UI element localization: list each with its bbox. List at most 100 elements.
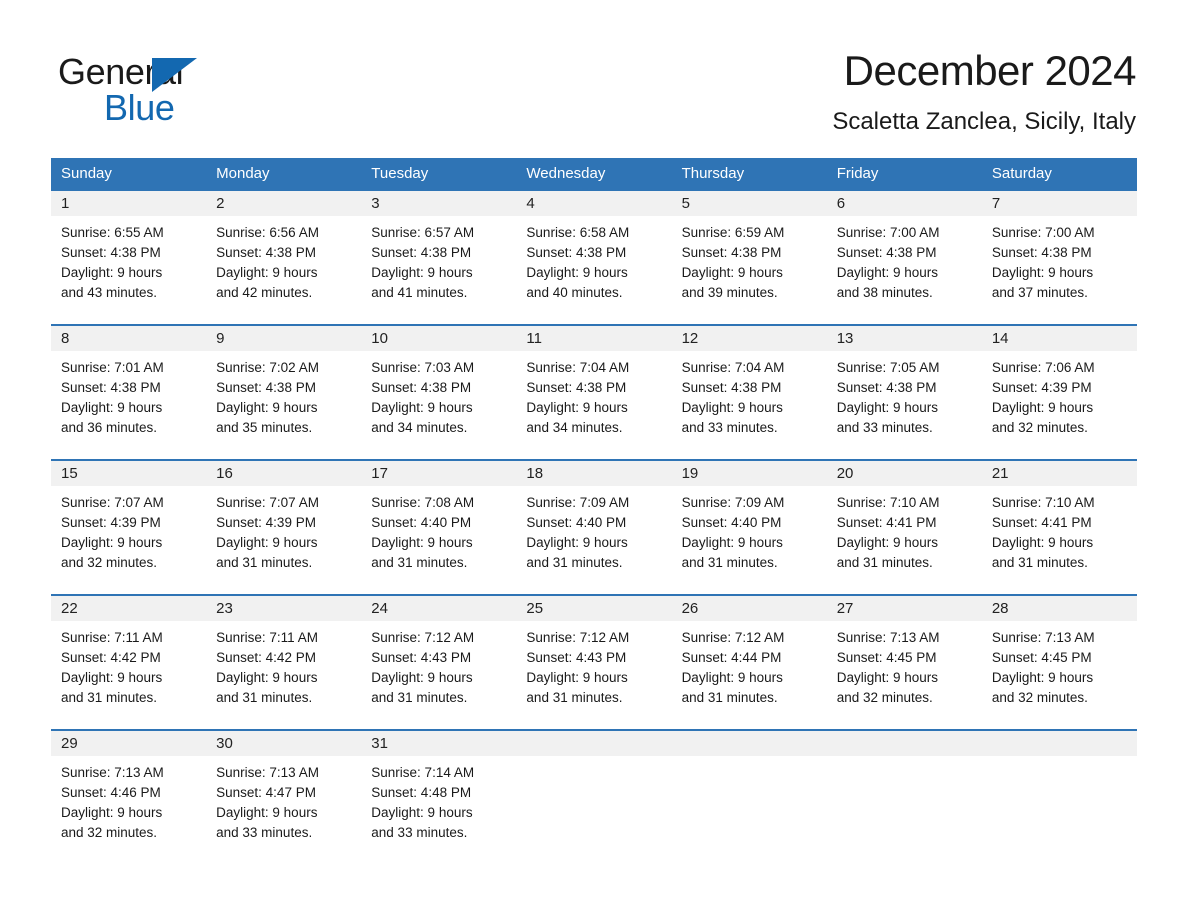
day-number[interactable]: 12 [672, 326, 827, 351]
daylight-text-line1: Daylight: 9 hours [61, 535, 163, 550]
day-cell[interactable]: Sunrise: 7:04 AM Sunset: 4:38 PM Dayligh… [516, 351, 671, 459]
day-cell[interactable]: Sunrise: 7:13 AM Sunset: 4:45 PM Dayligh… [982, 621, 1137, 729]
day-cell[interactable]: Sunrise: 7:12 AM Sunset: 4:43 PM Dayligh… [516, 621, 671, 729]
day-cell[interactable]: Sunrise: 7:14 AM Sunset: 4:48 PM Dayligh… [361, 756, 516, 866]
day-number[interactable]: 8 [51, 326, 206, 351]
day-cell[interactable]: Sunrise: 7:13 AM Sunset: 4:45 PM Dayligh… [827, 621, 982, 729]
daylight-text-line1: Daylight: 9 hours [216, 805, 318, 820]
day-cell[interactable]: Sunrise: 7:13 AM Sunset: 4:47 PM Dayligh… [206, 756, 361, 866]
sunrise-text: Sunrise: 7:04 AM [526, 360, 630, 375]
day-cell[interactable]: Sunrise: 7:13 AM Sunset: 4:46 PM Dayligh… [51, 756, 206, 866]
day-cell[interactable]: Sunrise: 7:09 AM Sunset: 4:40 PM Dayligh… [672, 486, 827, 594]
day-cell[interactable]: Sunrise: 7:07 AM Sunset: 4:39 PM Dayligh… [51, 486, 206, 594]
day-number[interactable]: 29 [51, 731, 206, 756]
day-cell[interactable]: Sunrise: 7:03 AM Sunset: 4:38 PM Dayligh… [361, 351, 516, 459]
day-number[interactable]: 11 [516, 326, 671, 351]
day-number[interactable]: 27 [827, 596, 982, 621]
day-number[interactable]: 1 [51, 191, 206, 216]
day-number[interactable]: 26 [672, 596, 827, 621]
sunset-text: Sunset: 4:43 PM [371, 650, 472, 665]
day-cell[interactable]: Sunrise: 7:10 AM Sunset: 4:41 PM Dayligh… [982, 486, 1137, 594]
day-number[interactable]: 19 [672, 461, 827, 486]
daylight-text-line1: Daylight: 9 hours [526, 535, 628, 550]
daylight-text-line1: Daylight: 9 hours [371, 535, 473, 550]
daylight-text-line2: and 33 minutes. [216, 825, 313, 840]
day-number[interactable]: 22 [51, 596, 206, 621]
day-cell[interactable]: Sunrise: 7:11 AM Sunset: 4:42 PM Dayligh… [51, 621, 206, 729]
day-number[interactable]: 24 [361, 596, 516, 621]
day-number[interactable]: 28 [982, 596, 1137, 621]
day-cell[interactable]: Sunrise: 7:06 AM Sunset: 4:39 PM Dayligh… [982, 351, 1137, 459]
sunrise-text: Sunrise: 7:04 AM [681, 360, 785, 375]
day-number[interactable]: 17 [361, 461, 516, 486]
week-date-band: 1 2 3 4 5 6 7 [51, 191, 1137, 216]
day-cell[interactable]: Sunrise: 7:12 AM Sunset: 4:43 PM Dayligh… [361, 621, 516, 729]
day-number[interactable]: 25 [516, 596, 671, 621]
sunset-text: Sunset: 4:39 PM [216, 515, 316, 530]
day-cell[interactable]: Sunrise: 7:04 AM Sunset: 4:38 PM Dayligh… [672, 351, 827, 459]
day-number[interactable]: 18 [516, 461, 671, 486]
daylight-text-line1: Daylight: 9 hours [836, 400, 939, 415]
sunset-text: Sunset: 4:42 PM [216, 650, 316, 665]
calendar-page: General Blue December 2024 Scaletta Zanc… [0, 0, 1188, 918]
day-cell[interactable]: Sunrise: 7:00 AM Sunset: 4:38 PM Dayligh… [982, 216, 1137, 324]
day-cell[interactable]: Sunrise: 7:05 AM Sunset: 4:38 PM Dayligh… [827, 351, 982, 459]
day-number[interactable]: 5 [672, 191, 827, 216]
day-number[interactable]: 6 [827, 191, 982, 216]
day-number[interactable]: 15 [51, 461, 206, 486]
day-number[interactable]: 16 [206, 461, 361, 486]
day-cell[interactable]: Sunrise: 7:01 AM Sunset: 4:38 PM Dayligh… [51, 351, 206, 459]
day-number[interactable]: 21 [982, 461, 1137, 486]
day-cell[interactable]: Sunrise: 6:58 AM Sunset: 4:38 PM Dayligh… [516, 216, 671, 324]
weekday-saturday: Saturday [991, 165, 1052, 182]
sunrise-text: Sunrise: 7:13 AM [216, 765, 319, 780]
day-number-empty [516, 731, 671, 756]
day-number[interactable]: 13 [827, 326, 982, 351]
sunrise-text: Sunrise: 7:12 AM [681, 630, 785, 645]
generalblue-logo[interactable]: General Blue [58, 52, 288, 128]
day-number[interactable]: 10 [361, 326, 516, 351]
day-cell[interactable]: Sunrise: 7:02 AM Sunset: 4:38 PM Dayligh… [206, 351, 361, 459]
day-number[interactable]: 14 [982, 326, 1137, 351]
day-number[interactable]: 2 [206, 191, 361, 216]
day-number[interactable]: 30 [206, 731, 361, 756]
day-cell[interactable]: Sunrise: 6:57 AM Sunset: 4:38 PM Dayligh… [361, 216, 516, 324]
day-number[interactable]: 9 [206, 326, 361, 351]
daylight-text-line2: and 32 minutes. [991, 690, 1088, 705]
daylight-text-line2: and 32 minutes. [836, 690, 933, 705]
sunset-text: Sunset: 4:46 PM [61, 785, 161, 800]
week-row: 8 9 10 11 12 13 14 Sunrise: 7:01 AM Suns… [51, 324, 1137, 459]
sunrise-text: Sunrise: 7:13 AM [61, 765, 164, 780]
daylight-text-line2: and 31 minutes. [371, 555, 468, 570]
day-cell[interactable]: Sunrise: 7:09 AM Sunset: 4:40 PM Dayligh… [516, 486, 671, 594]
day-cell[interactable]: Sunrise: 7:00 AM Sunset: 4:38 PM Dayligh… [827, 216, 982, 324]
day-cell[interactable]: Sunrise: 7:08 AM Sunset: 4:40 PM Dayligh… [361, 486, 516, 594]
day-number[interactable]: 3 [361, 191, 516, 216]
day-cell[interactable]: Sunrise: 6:59 AM Sunset: 4:38 PM Dayligh… [672, 216, 827, 324]
day-number[interactable]: 20 [827, 461, 982, 486]
daylight-text-line1: Daylight: 9 hours [216, 400, 318, 415]
day-cell[interactable]: Sunrise: 6:56 AM Sunset: 4:38 PM Dayligh… [206, 216, 361, 324]
day-cell[interactable]: Sunrise: 7:10 AM Sunset: 4:41 PM Dayligh… [827, 486, 982, 594]
day-cell[interactable]: Sunrise: 7:11 AM Sunset: 4:42 PM Dayligh… [206, 621, 361, 729]
weekday-tuesday: Tuesday [371, 165, 429, 182]
week-content-row: Sunrise: 6:55 AM Sunset: 4:38 PM Dayligh… [51, 216, 1137, 324]
daylight-text-line2: and 43 minutes. [61, 285, 158, 300]
day-cell[interactable]: Sunrise: 6:55 AM Sunset: 4:38 PM Dayligh… [51, 216, 206, 324]
day-number[interactable]: 23 [206, 596, 361, 621]
day-cell[interactable]: Sunrise: 7:12 AM Sunset: 4:44 PM Dayligh… [672, 621, 827, 729]
day-cell-empty [516, 756, 671, 866]
day-number[interactable]: 31 [361, 731, 516, 756]
day-number[interactable]: 4 [516, 191, 671, 216]
day-cell[interactable]: Sunrise: 7:07 AM Sunset: 4:39 PM Dayligh… [206, 486, 361, 594]
daylight-text-line1: Daylight: 9 hours [991, 670, 1094, 685]
sunrise-text: Sunrise: 7:05 AM [836, 360, 940, 375]
sunrise-text: Sunrise: 7:00 AM [991, 225, 1095, 240]
day-number[interactable]: 7 [982, 191, 1137, 216]
daylight-text-line2: and 33 minutes. [681, 420, 778, 435]
sunrise-text: Sunrise: 7:12 AM [371, 630, 475, 645]
daylight-text-line1: Daylight: 9 hours [216, 265, 318, 280]
title-block: December 2024 Scaletta Zanclea, Sicily, … [832, 46, 1136, 136]
sunset-text: Sunset: 4:47 PM [216, 785, 316, 800]
daylight-text-line1: Daylight: 9 hours [526, 400, 628, 415]
